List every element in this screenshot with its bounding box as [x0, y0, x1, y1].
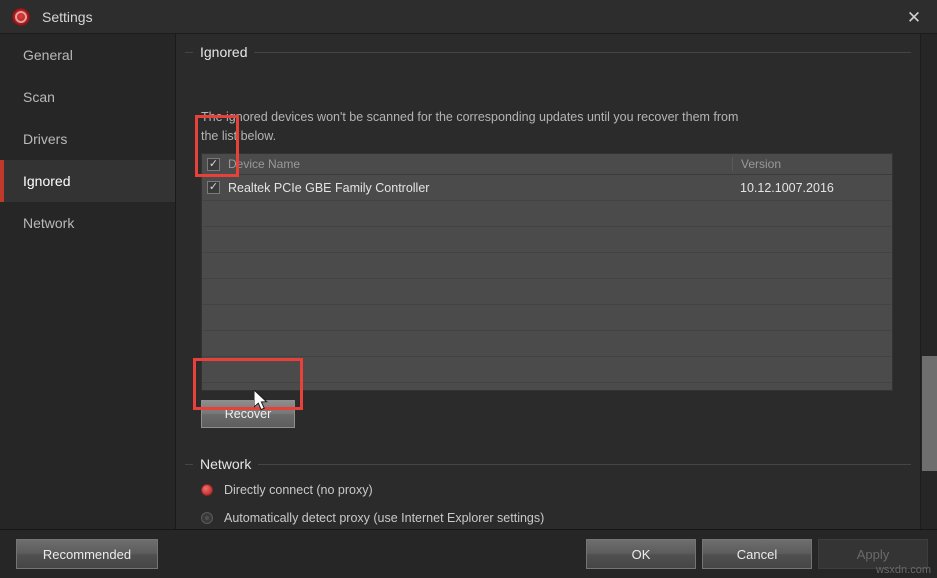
settings-app-icon: [12, 7, 30, 26]
sidebar-item-label: Ignored: [23, 173, 71, 189]
radio-directly-connect[interactable]: Directly connect (no proxy): [201, 483, 373, 497]
column-label-version: Version: [741, 157, 782, 171]
table-row-empty: [202, 305, 892, 331]
title-bar: Settings ✕: [0, 0, 937, 34]
table-row-empty: [202, 331, 892, 357]
ignored-description: The ignored devices won't be scanned for…: [201, 110, 739, 143]
radio-auto-detect-proxy[interactable]: Automatically detect proxy (use Internet…: [201, 511, 544, 525]
table-row[interactable]: Realtek PCIe GBE Family Controller 10.12…: [202, 175, 892, 201]
select-all-checkbox[interactable]: [207, 157, 220, 171]
sidebar-item-scan[interactable]: Scan: [0, 76, 175, 118]
sidebar-item-network[interactable]: Network: [0, 202, 175, 244]
sidebar-item-drivers[interactable]: Drivers: [0, 118, 175, 160]
table-row-empty: [202, 201, 892, 227]
content-pane: Ignored The ignored devices won't be sca…: [177, 34, 920, 529]
sidebar-item-label: Scan: [23, 89, 55, 105]
radio-unselected-icon: [201, 512, 213, 524]
ignored-devices-table: Device Name Version Realtek PCIe GBE Fam…: [201, 153, 893, 391]
table-row-empty: [202, 227, 892, 253]
device-name-text: Realtek PCIe GBE Family Controller: [228, 180, 430, 195]
network-group-frame: [185, 464, 911, 465]
column-label-device-name: Device Name: [228, 157, 301, 171]
table-header-row: Device Name Version: [202, 154, 892, 175]
table-row-empty: [202, 357, 892, 383]
sidebar-item-ignored[interactable]: Ignored: [0, 160, 175, 202]
sidebar-item-label: General: [23, 47, 73, 63]
sidebar-item-general[interactable]: General: [0, 34, 175, 76]
recommended-button[interactable]: Recommended: [16, 539, 158, 569]
content-scrollbar-track[interactable]: [920, 34, 937, 529]
table-row-empty: [202, 279, 892, 305]
radio-label: Directly connect (no proxy): [224, 483, 373, 497]
table-row-empty: [202, 253, 892, 279]
watermark: wsxdn.com: [875, 564, 931, 576]
ok-button[interactable]: OK: [586, 539, 696, 569]
radio-selected-icon: [201, 484, 213, 496]
sidebar-item-label: Drivers: [23, 131, 68, 147]
cell-version: 10.12.1007.2016: [740, 180, 834, 195]
sidebar: General Scan Drivers Ignored Network: [0, 34, 176, 529]
cell-device-name: Realtek PCIe GBE Family Controller: [202, 181, 732, 195]
table-header-device-name: Device Name: [202, 157, 732, 171]
ignored-group-frame: [185, 52, 911, 53]
sidebar-item-label: Network: [23, 215, 75, 231]
ignored-group-title: Ignored: [193, 44, 255, 60]
recover-button[interactable]: Recover: [201, 400, 295, 428]
table-header-version: Version: [732, 157, 892, 171]
footer-bar: Recommended OK Cancel Apply: [0, 529, 937, 578]
content-scrollbar-thumb[interactable]: [922, 356, 937, 471]
cancel-button[interactable]: Cancel: [702, 539, 812, 569]
network-group-title: Network: [193, 456, 259, 472]
radio-label: Automatically detect proxy (use Internet…: [224, 511, 545, 525]
row-checkbox[interactable]: [207, 181, 220, 194]
settings-window: Settings ✕ General Scan Drivers Ignored …: [0, 0, 937, 578]
window-title: Settings: [42, 8, 93, 25]
close-icon[interactable]: ✕: [891, 0, 937, 34]
